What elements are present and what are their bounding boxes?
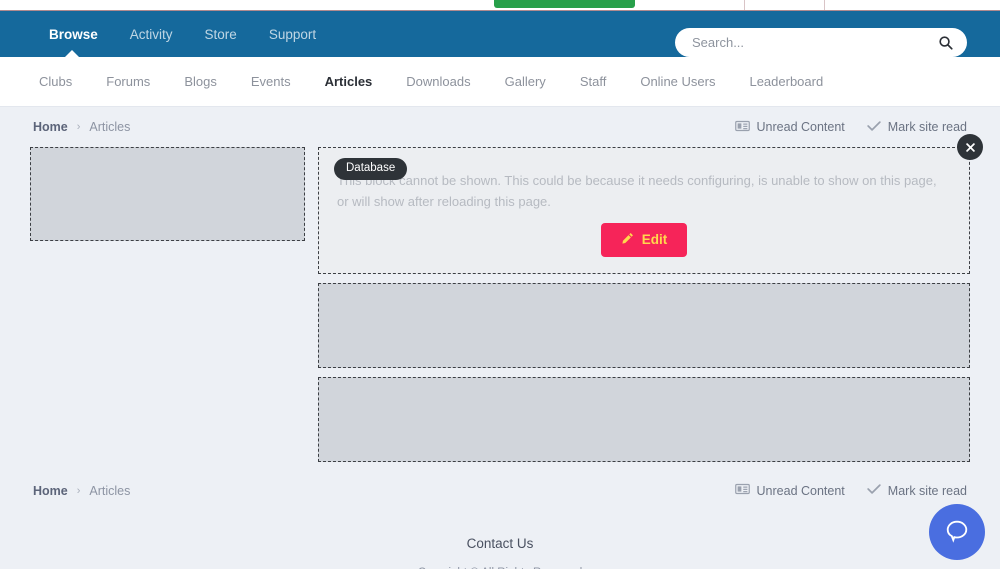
nav-item-label: Browse xyxy=(49,26,98,42)
subnav-item-leaderboard[interactable]: Leaderboard xyxy=(732,57,840,106)
top-strip xyxy=(0,0,1000,11)
unread-content-icon xyxy=(734,120,750,135)
subnav-item-online-users[interactable]: Online Users xyxy=(623,57,732,106)
subnav-item-label: Events xyxy=(250,74,291,89)
subnav-item-staff[interactable]: Staff xyxy=(563,57,624,106)
search-icon[interactable] xyxy=(935,33,955,53)
breadcrumb-home-link[interactable]: Home xyxy=(33,484,68,498)
block-error-message: This block cannot be shown. This could b… xyxy=(337,173,937,210)
breadcrumb: Home › Articles xyxy=(33,120,130,134)
page-layout: Database This block cannot be shown. Thi… xyxy=(0,134,1000,471)
nav-item-store[interactable]: Store xyxy=(189,11,253,57)
active-nav-pointer xyxy=(64,50,80,58)
chat-bubble-icon xyxy=(944,518,970,547)
close-icon[interactable] xyxy=(957,134,983,160)
contact-us-link[interactable]: Contact Us xyxy=(467,536,534,551)
copyright-text: Copyright ® All Rights Reserved xyxy=(0,564,1000,569)
main-column: Database This block cannot be shown. Thi… xyxy=(318,134,983,471)
help-beacon-button[interactable] xyxy=(929,504,985,560)
sidebar-widget-placeholder[interactable] xyxy=(30,147,305,241)
check-icon xyxy=(867,120,881,135)
subnav-item-label: Staff xyxy=(579,74,607,89)
unread-content-button[interactable]: Unread Content xyxy=(734,483,845,498)
page-footer: Contact Us Copyright ® All Rights Reserv… xyxy=(0,511,1000,569)
breadcrumb-row-top: Home › Articles Unread Content Mark site… xyxy=(0,107,1000,147)
breadcrumb-current: Articles xyxy=(89,120,131,134)
subnav-item-articles[interactable]: Articles xyxy=(308,57,390,106)
mark-site-read-label: Mark site read xyxy=(887,120,967,134)
edit-button-wrap: Edit xyxy=(337,213,951,257)
edit-button-label: Edit xyxy=(641,232,668,248)
secondary-navbar: Clubs Forums Blogs Events Articles Downl… xyxy=(0,57,1000,107)
subnav-item-label: Leaderboard xyxy=(749,74,824,89)
subnav-item-downloads[interactable]: Downloads xyxy=(389,57,487,106)
check-icon xyxy=(867,483,881,498)
breadcrumb-bottom: Home › Articles xyxy=(33,484,130,498)
breadcrumb-separator-icon: › xyxy=(76,484,81,497)
subnav-item-label: Clubs xyxy=(39,74,73,89)
nav-item-support[interactable]: Support xyxy=(253,11,332,57)
unread-content-label: Unread Content xyxy=(756,120,845,134)
green-progress-marker xyxy=(494,0,635,8)
breadcrumb-row-bottom: Home › Articles Unread Content Mark site… xyxy=(0,471,1000,511)
unread-content-icon xyxy=(734,483,750,498)
search-box[interactable] xyxy=(675,28,967,57)
main-widget-placeholder-2[interactable] xyxy=(318,376,970,462)
pencil-icon xyxy=(621,232,634,248)
subnav-item-gallery[interactable]: Gallery xyxy=(488,57,563,106)
subnav-item-events[interactable]: Events xyxy=(234,57,308,106)
nav-item-activity[interactable]: Activity xyxy=(114,11,189,57)
main-widget-placeholder-1[interactable] xyxy=(318,282,970,368)
breadcrumb-actions-bottom: Unread Content Mark site read xyxy=(734,483,967,498)
edit-button[interactable]: Edit xyxy=(600,222,688,257)
database-badge: Database xyxy=(334,158,408,180)
nav-item-label: Activity xyxy=(129,26,173,42)
nav-item-label: Support xyxy=(268,26,317,42)
mark-site-read-button[interactable]: Mark site read xyxy=(867,120,967,135)
mark-site-read-label: Mark site read xyxy=(887,483,967,498)
subnav-item-label: Articles xyxy=(324,74,373,89)
sidebar-column xyxy=(30,147,305,250)
unread-content-button[interactable]: Unread Content xyxy=(734,120,845,135)
breadcrumb-current: Articles xyxy=(89,483,131,498)
nav-item-label: Store xyxy=(204,26,237,42)
subnav-item-label: Online Users xyxy=(640,74,716,89)
subnav-item-label: Downloads xyxy=(406,74,471,89)
subnav-item-blogs[interactable]: Blogs xyxy=(167,57,234,106)
database-block-error: Database This block cannot be shown. Thi… xyxy=(318,134,983,274)
mark-site-read-button[interactable]: Mark site read xyxy=(867,483,967,498)
breadcrumb-separator-icon: › xyxy=(76,121,81,133)
breadcrumb-home-link[interactable]: Home xyxy=(33,120,68,134)
subnav-item-clubs[interactable]: Clubs xyxy=(22,57,89,106)
subnav-item-label: Gallery xyxy=(504,74,546,89)
breadcrumb-actions-top: Unread Content Mark site read xyxy=(734,120,967,135)
top-strip-tick xyxy=(744,0,745,10)
top-strip-tick xyxy=(824,0,825,10)
primary-navbar: Browse Activity Store Support xyxy=(0,11,1000,58)
unread-content-label: Unread Content xyxy=(756,483,845,498)
subnav-item-label: Forums xyxy=(106,74,151,89)
subnav-item-label: Blogs xyxy=(184,74,217,89)
search-input[interactable] xyxy=(692,35,935,50)
primary-nav-items: Browse Activity Store Support xyxy=(0,11,332,57)
subnav-item-forums[interactable]: Forums xyxy=(89,57,167,106)
